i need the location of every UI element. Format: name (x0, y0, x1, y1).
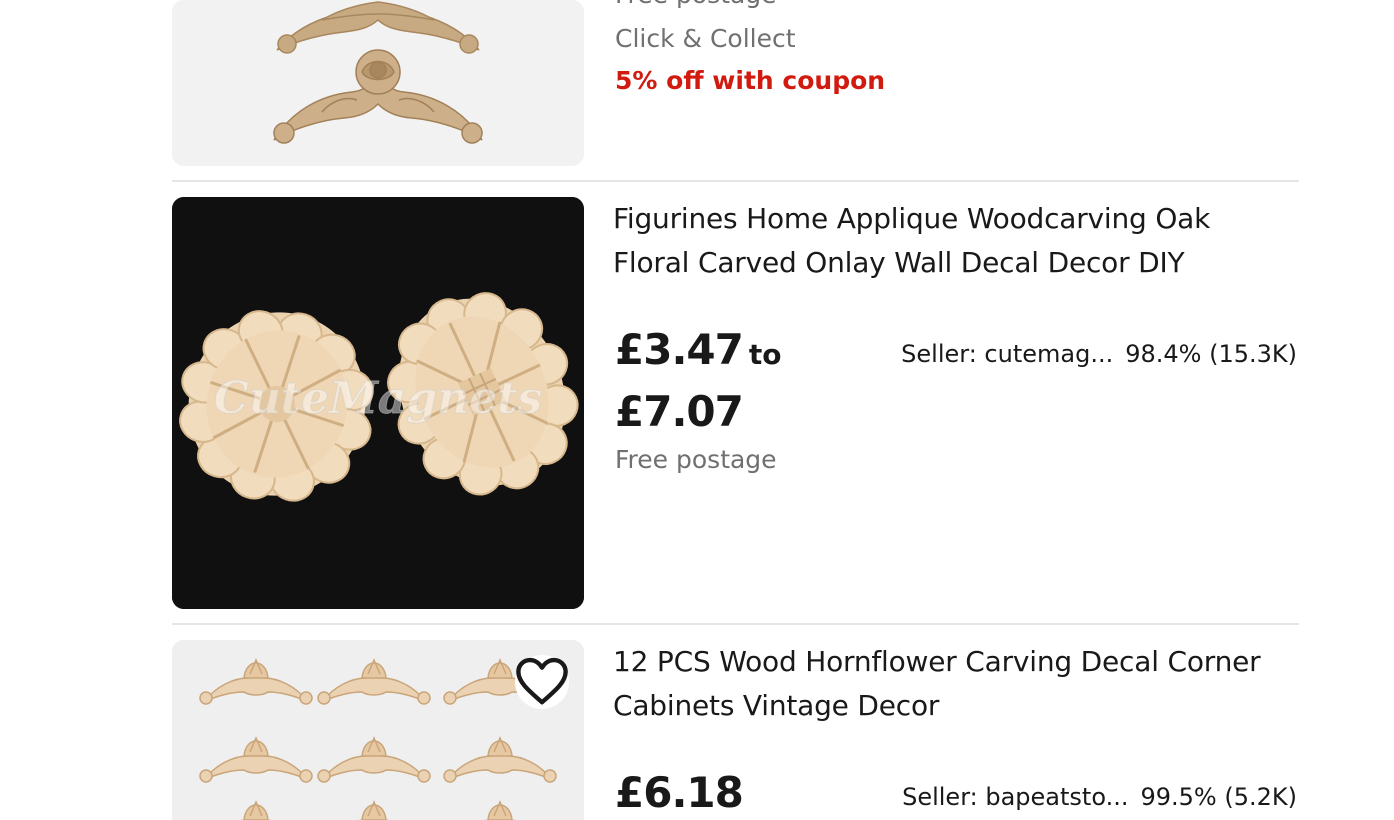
listing-divider (172, 623, 1299, 625)
listing-1-shipping: Free postage (615, 0, 777, 9)
listing-2-title-line-1: Figurines Home Applique Woodcarving Oak (613, 202, 1211, 235)
listing-1-click-collect: Click & Collect (615, 24, 796, 53)
listing-3-image[interactable] (172, 640, 584, 820)
rose-corner-applique-image (172, 0, 584, 166)
listing-2-price: £3.47 to (615, 325, 781, 374)
listing-2-shipping: Free postage (615, 445, 777, 474)
seller-name: Seller: cutemag... (901, 340, 1114, 368)
listing-1-image[interactable] (172, 0, 584, 166)
price-low: £3.47 (615, 325, 744, 374)
heart-icon (516, 657, 568, 705)
listing-3-title-line-1: 12 PCS Wood Hornflower Carving Decal Cor… (613, 645, 1261, 678)
listing-2[interactable]: CuteMagnets Figurines Home Applique Wood… (172, 197, 1299, 609)
listing-1[interactable]: Free postage Click & Collect 5% off with… (172, 0, 1299, 166)
listing-2-seller[interactable]: Seller: cutemag... 98.4% (15.3K) (901, 340, 1297, 368)
listing-3-price: £6.18 (615, 768, 744, 817)
listing-3-title-line-2: Cabinets Vintage Decor (613, 689, 940, 722)
listing-3-seller[interactable]: Seller: bapeatsto... 99.5% (5.2K) (902, 783, 1297, 811)
price-to-label: to (748, 338, 782, 371)
oval-flower-onlay-image: CuteMagnets (172, 197, 584, 609)
watermark-text: CuteMagnets (214, 373, 542, 424)
listing-2-price-high: £7.07 (615, 387, 744, 436)
watchlist-button[interactable] (515, 655, 569, 709)
listing-2-image[interactable]: CuteMagnets (172, 197, 584, 609)
listing-3-title[interactable]: 12 PCS Wood Hornflower Carving Decal Cor… (613, 640, 1293, 728)
seller-feedback: 99.5% (5.2K) (1140, 783, 1297, 811)
listing-2-title[interactable]: Figurines Home Applique Woodcarving Oak … (613, 197, 1293, 285)
listing-1-coupon: 5% off with coupon (615, 66, 886, 95)
listing-divider (172, 180, 1299, 182)
seller-name: Seller: bapeatsto... (902, 783, 1129, 811)
listing-2-title-line-2: Floral Carved Onlay Wall Decal Decor DIY (613, 246, 1185, 279)
listing-3[interactable]: 12 PCS Wood Hornflower Carving Decal Cor… (172, 640, 1299, 820)
seller-feedback: 98.4% (15.3K) (1125, 340, 1297, 368)
